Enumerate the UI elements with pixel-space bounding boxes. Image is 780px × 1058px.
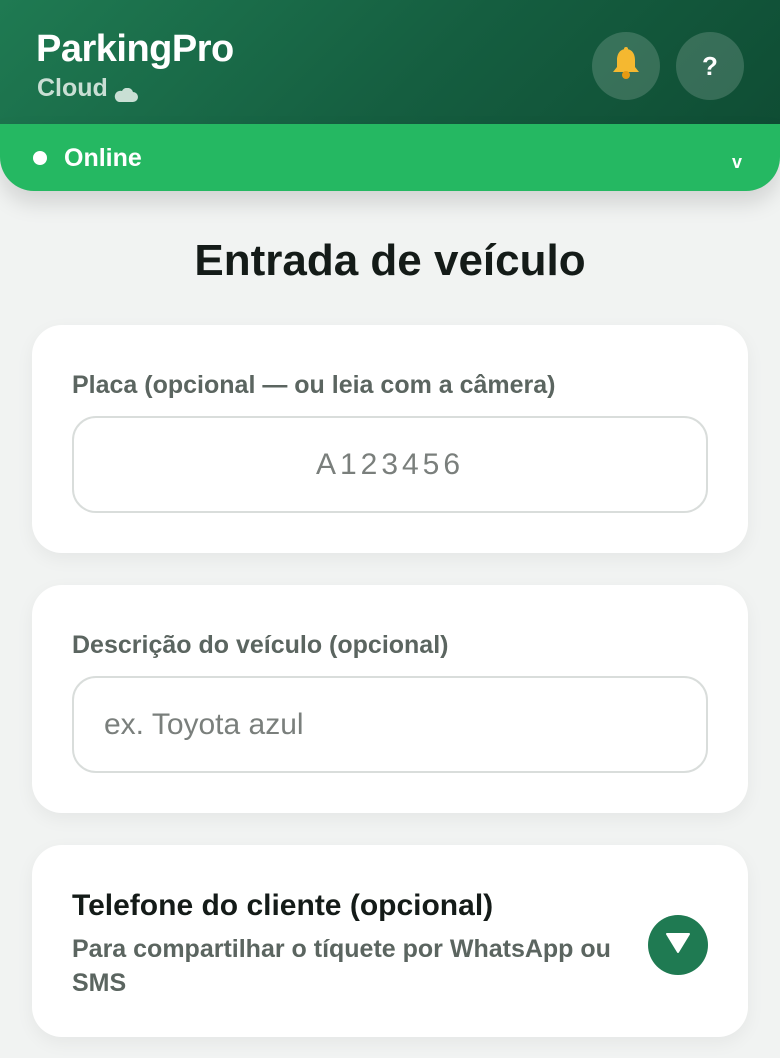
plate-label: Placa (opcional — ou leia com a câmera) <box>72 371 556 399</box>
plate-input[interactable] <box>72 416 708 513</box>
help-icon: ? <box>702 50 718 81</box>
description-card: Descrição do veículo (opcional) <box>32 585 748 813</box>
description-label: Descrição do veículo (opcional) <box>72 631 449 659</box>
bell-icon <box>611 46 641 86</box>
status-toggle-chevron-icon[interactable]: v <box>732 152 742 173</box>
app-subtitle: Cloud <box>37 74 138 103</box>
cloud-icon <box>114 80 138 102</box>
phone-subtitle: Para compartilhar o tíquete por WhatsApp… <box>72 935 611 997</box>
connection-status-bar[interactable]: Online v <box>0 124 780 191</box>
description-input[interactable] <box>72 676 708 773</box>
plate-card: Placa (opcional — ou leia com a câmera) <box>32 325 748 553</box>
page-title: Entrada de veículo <box>194 236 586 285</box>
status-dot-icon <box>33 151 47 165</box>
triangle-down-icon <box>665 932 691 959</box>
app-header: ParkingPro Cloud ? <box>0 0 780 124</box>
phone-title: Telefone do cliente (opcional) <box>72 889 494 922</box>
phone-card[interactable]: Telefone do cliente (opcional) Para comp… <box>32 845 748 1037</box>
app-subtitle-label: Cloud <box>37 74 108 102</box>
app-title: ParkingPro <box>36 28 234 70</box>
help-button[interactable]: ? <box>676 32 744 100</box>
phone-expand-button[interactable] <box>648 915 708 975</box>
notifications-button[interactable] <box>592 32 660 100</box>
status-label: Online <box>64 144 142 172</box>
